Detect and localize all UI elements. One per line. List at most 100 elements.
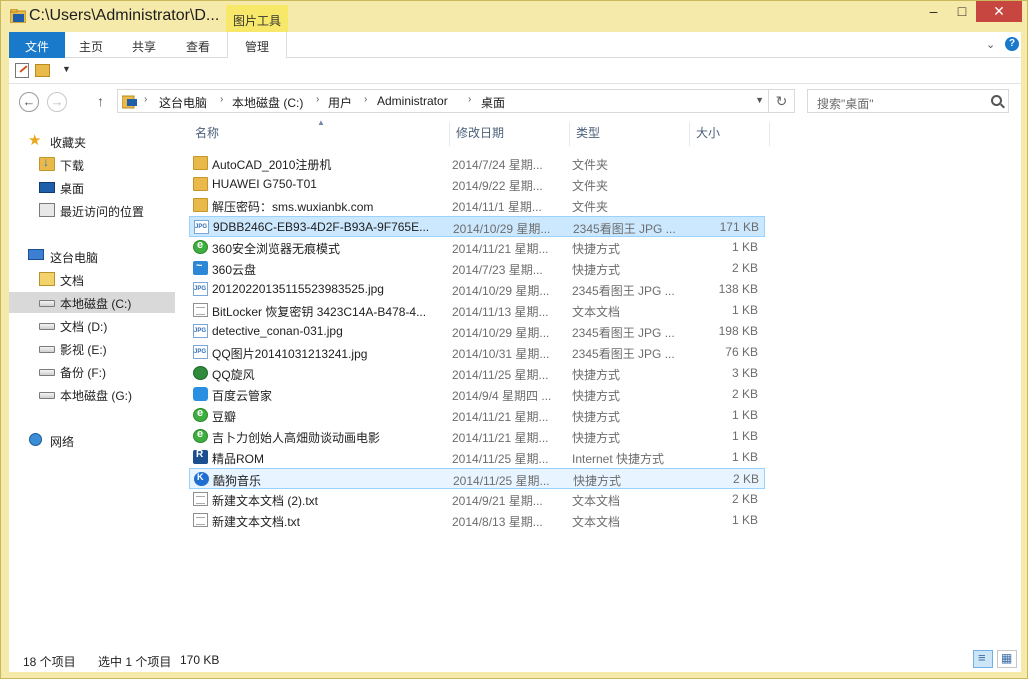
file-row[interactable]: 360安全浏览器无痕模式 2014/11/21 星期... 快捷方式 1 KB	[189, 237, 765, 258]
file-row[interactable]: 解压密码：sms.wuxianbk.com 2014/11/1 星期... 文件夹	[189, 195, 765, 216]
file-row[interactable]: HUAWEI G750-T01 2014/9/22 星期... 文件夹	[189, 174, 765, 195]
file-row[interactable]: 新建文本文档 (2).txt 2014/9/21 星期... 文本文档 2 KB	[189, 489, 765, 510]
file-name: 精品ROM	[212, 452, 264, 466]
text-file-icon	[193, 492, 208, 506]
search-icon[interactable]	[991, 95, 1002, 106]
file-date: 2014/10/29 星期...	[452, 284, 550, 298]
tab-home[interactable]: 主页	[65, 32, 117, 58]
folder-icon	[193, 156, 208, 170]
properties-icon[interactable]	[15, 63, 29, 78]
customize-toolbar-dropdown-icon[interactable]: ▼	[62, 64, 71, 74]
tab-view[interactable]: 查看	[171, 32, 225, 58]
nav-item-drive-d[interactable]: 文档 (D:)	[9, 315, 175, 336]
file-size: 171 KB	[719, 220, 759, 234]
column-header-size[interactable]: 大小	[696, 124, 720, 141]
new-folder-icon[interactable]	[35, 64, 50, 77]
column-header-type[interactable]: 类型	[576, 124, 600, 141]
file-type: 快捷方式	[572, 389, 621, 403]
picture-tools-context-tab: 图片工具	[226, 5, 288, 33]
breadcrumb-drive-c[interactable]: 本地磁盘 (C:)	[232, 94, 303, 111]
nav-item-drive-c[interactable]: 本地磁盘 (C:)	[9, 292, 175, 313]
nav-item-desktop[interactable]: 桌面	[9, 177, 175, 198]
tab-file[interactable]: 文件	[9, 32, 65, 58]
file-row[interactable]: QQ旋风 2014/11/25 星期... 快捷方式 3 KB	[189, 363, 765, 384]
nav-item-downloads[interactable]: 下载	[9, 154, 175, 175]
file-date: 2014/8/13 星期...	[452, 515, 543, 529]
file-row[interactable]: QQ图片20141031213241.jpg 2014/10/31 星期... 23…	[189, 342, 765, 363]
file-date: 2014/9/21 星期...	[452, 494, 543, 508]
address-bar[interactable]: › 这台电脑 › 本地磁盘 (C:) › 用户 › Administrator …	[117, 89, 769, 113]
column-divider[interactable]	[689, 122, 690, 146]
up-button[interactable]: ↑	[97, 93, 104, 109]
nav-item-documents[interactable]: 文档	[9, 269, 175, 290]
file-date: 2014/10/29 星期...	[452, 326, 550, 340]
file-row[interactable]: AutoCAD_2010注册机 2014/7/24 星期... 文件夹	[189, 153, 765, 174]
breadcrumb-users[interactable]: 用户	[328, 94, 352, 111]
forward-button[interactable]: →	[47, 92, 67, 112]
jpg-image-icon	[193, 345, 208, 359]
column-divider[interactable]	[769, 122, 770, 146]
status-bar: 18 个项目 选中 1 个项目 170 KB	[9, 645, 1021, 672]
file-row[interactable]: 9DBB246C-EB93-4D2F-B93A-9F765E... 2014/10…	[189, 216, 765, 237]
file-row[interactable]: detective_conan-031.jpg 2014/10/29 星期... 2…	[189, 321, 765, 342]
nav-label: 桌面	[60, 182, 85, 196]
close-button[interactable]: ✕	[976, 1, 1022, 22]
search-input[interactable]: 搜索"桌面"	[807, 89, 1009, 113]
nav-label: 本地磁盘 (C:)	[60, 297, 132, 311]
file-type: 文件夹	[572, 200, 609, 214]
large-icons-view-button[interactable]	[997, 650, 1017, 668]
column-header-name[interactable]: 名称	[195, 124, 219, 141]
nav-label: 本地磁盘 (G:)	[60, 389, 132, 403]
tab-share[interactable]: 共享	[117, 32, 171, 58]
file-size: 198 KB	[718, 324, 758, 338]
file-date: 2014/10/31 星期...	[452, 347, 550, 361]
help-icon[interactable]: ?	[1005, 37, 1019, 51]
file-row[interactable]: 20120220135115523983525.jpg 2014/10/29 星期…	[189, 279, 765, 300]
file-row[interactable]: 360云盘 2014/7/23 星期... 快捷方式 2 KB	[189, 258, 765, 279]
minimize-button[interactable]: –	[920, 3, 947, 25]
title-bar[interactable]: C:\Users\Administrator\D... 图片工具 – □ ✕	[1, 1, 1027, 33]
breadcrumb-this-pc[interactable]: 这台电脑	[159, 94, 207, 111]
maximize-button[interactable]: □	[948, 3, 976, 25]
tab-manage[interactable]: 管理	[227, 32, 287, 59]
breadcrumb-separator-icon[interactable]: ›	[316, 94, 319, 105]
address-history-dropdown-icon[interactable]: ▼	[755, 95, 764, 105]
breadcrumb-separator-icon[interactable]: ›	[364, 94, 367, 105]
file-row[interactable]: 吉卜力创始人高畑勋谈动画电影 2014/11/21 星期... 快捷方式 1 KB	[189, 426, 765, 447]
file-row[interactable]: 百度云管家 2014/9/4 星期四 ... 快捷方式 2 KB	[189, 384, 765, 405]
back-button[interactable]: ←	[19, 92, 39, 112]
nav-item-drive-f[interactable]: 备份 (F:)	[9, 361, 175, 382]
nav-item-favorites[interactable]: ★ 收藏夹	[9, 131, 175, 152]
file-row[interactable]: 精品ROM 2014/11/25 星期... Internet 快捷方式 1 KB	[189, 447, 765, 468]
file-row[interactable]: 新建文本文档.txt 2014/8/13 星期... 文本文档 1 KB	[189, 510, 765, 531]
browser-shortcut-icon	[193, 239, 208, 254]
breadcrumb-separator-icon[interactable]: ›	[468, 94, 471, 105]
nav-item-drive-e[interactable]: 影视 (E:)	[9, 338, 175, 359]
column-divider[interactable]	[569, 122, 570, 146]
breadcrumb-administrator[interactable]: Administrator	[377, 94, 448, 108]
nav-item-this-pc[interactable]: 这台电脑	[9, 246, 175, 267]
nav-item-network[interactable]: 网络	[9, 430, 175, 451]
nav-item-recent-places[interactable]: 最近访问的位置	[9, 200, 175, 221]
file-row[interactable]: 酷狗音乐 2014/11/25 星期... 快捷方式 2 KB	[189, 468, 765, 489]
column-header-date[interactable]: 修改日期	[456, 124, 504, 141]
pc-folder-icon	[122, 95, 137, 109]
breadcrumb-separator-icon[interactable]: ›	[220, 94, 223, 105]
file-row[interactable]: 豆瓣 2014/11/21 星期... 快捷方式 1 KB	[189, 405, 765, 426]
breadcrumb-desktop[interactable]: 桌面	[481, 94, 505, 111]
rom-shortcut-icon	[193, 449, 208, 464]
file-type: 2345看图王 JPG ...	[573, 222, 676, 236]
file-type: Internet 快捷方式	[572, 452, 665, 466]
expand-ribbon-icon[interactable]: ⌄	[986, 38, 995, 51]
nav-item-drive-g[interactable]: 本地磁盘 (G:)	[9, 384, 175, 405]
file-name: 新建文本文档.txt	[212, 515, 301, 529]
cloud-drive-icon	[193, 260, 208, 275]
column-divider[interactable]	[449, 122, 450, 146]
details-view-button[interactable]	[973, 650, 993, 668]
breadcrumb-separator-icon[interactable]: ›	[144, 94, 147, 105]
quick-access-toolbar: ▼	[9, 58, 1021, 84]
file-size: 1 KB	[731, 303, 758, 317]
file-row[interactable]: BitLocker 恢复密钥 3423C14A-B478-4... 2014/11…	[189, 300, 765, 321]
nav-label: 备份 (F:)	[60, 366, 106, 380]
refresh-button[interactable]: ↻	[769, 89, 795, 113]
